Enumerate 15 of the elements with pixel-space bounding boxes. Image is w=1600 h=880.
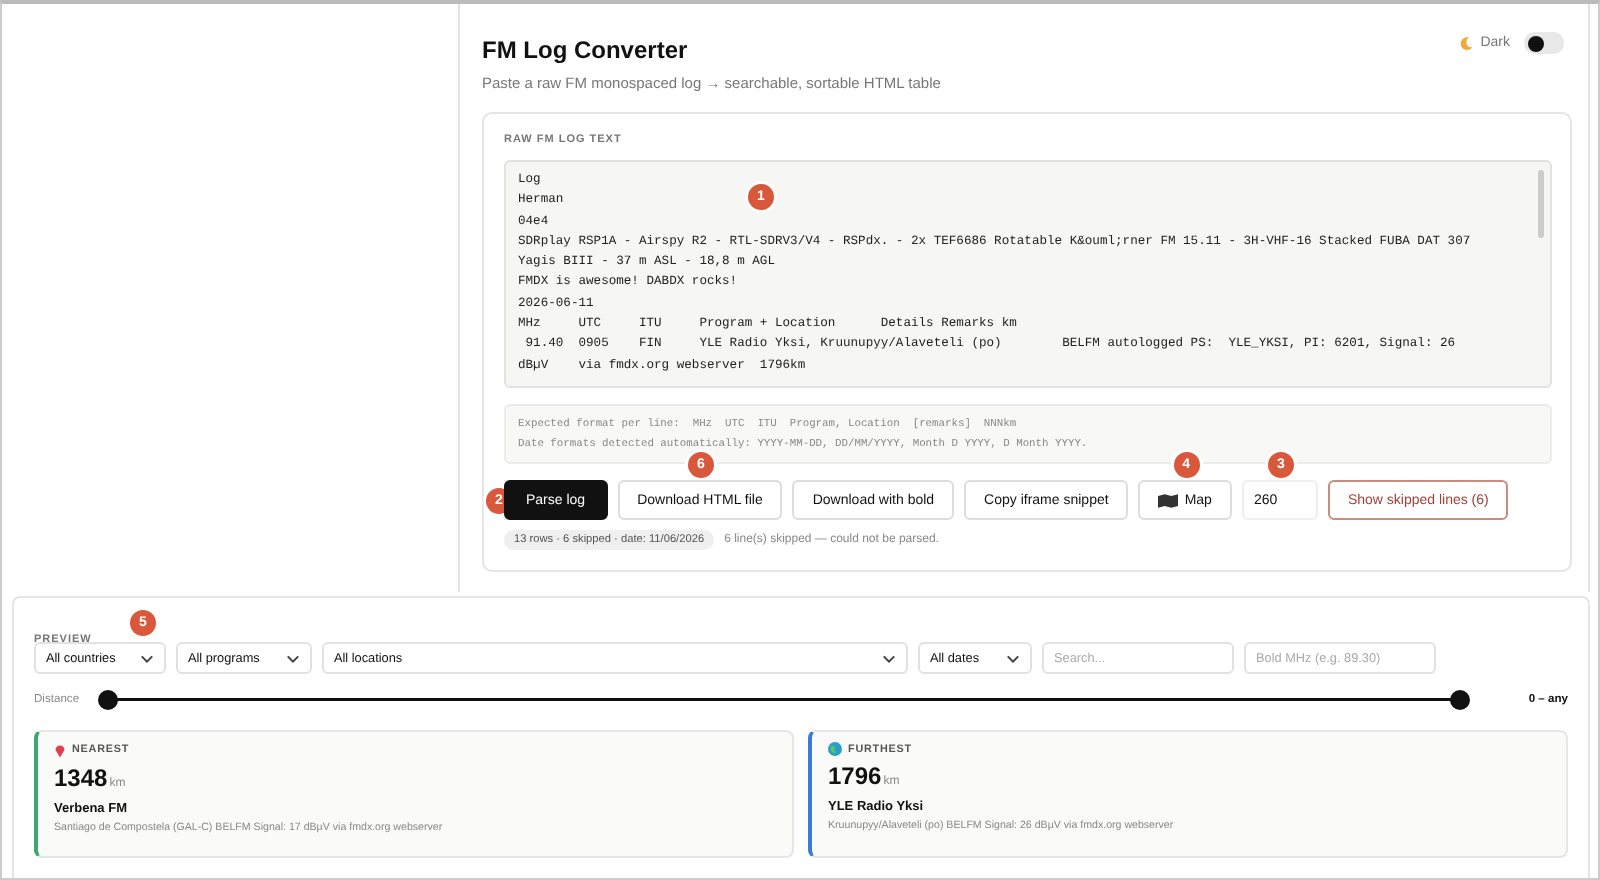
distance-value: 1796 xyxy=(828,762,882,790)
log-textarea[interactable] xyxy=(504,160,1552,388)
globe-icon xyxy=(828,742,842,756)
moon-icon xyxy=(1458,35,1475,51)
chevron-icon xyxy=(882,653,896,663)
slider-thumb[interactable] xyxy=(1450,690,1470,710)
chevron-icon xyxy=(1006,653,1020,663)
map-icon xyxy=(1158,493,1179,507)
slider-thumb[interactable] xyxy=(98,690,118,710)
distance-value: 1348 xyxy=(54,764,108,792)
app-title: FM Log Converter xyxy=(482,36,690,64)
pin-icon xyxy=(54,742,66,758)
dark-toggle[interactable] xyxy=(1524,32,1564,54)
chevron-icon xyxy=(140,653,154,663)
chevron-icon xyxy=(286,653,300,663)
